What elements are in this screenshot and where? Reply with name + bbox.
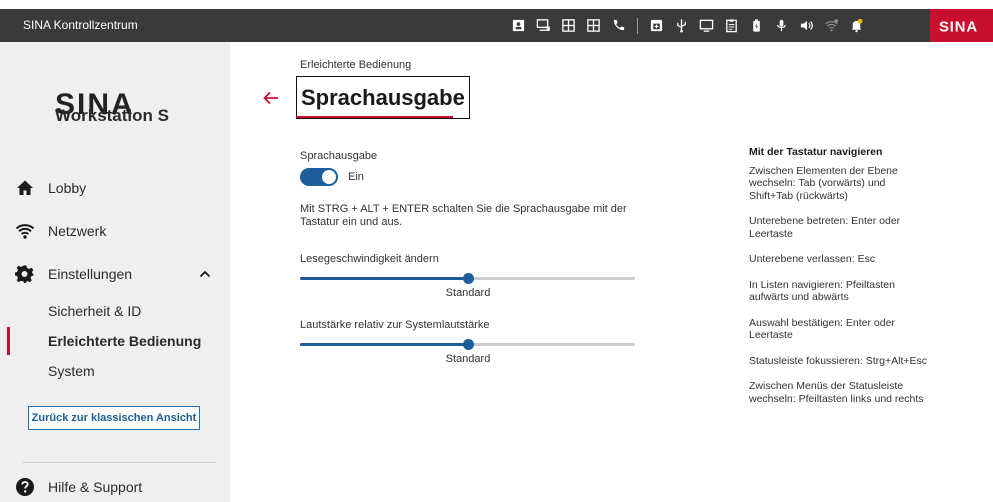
shortcut-hint: Mit STRG + ALT + ENTER schalten Sie die …	[300, 203, 627, 228]
back-arrow-icon[interactable]	[262, 89, 280, 107]
keyboard-help-item: Zwischen Menüs der Statusleiste wechseln…	[749, 380, 924, 405]
breadcrumb[interactable]: Erleichterte Bedienung	[300, 59, 411, 71]
keyboard-help-item: Unterebene betreten: Enter oder Leertast…	[749, 215, 901, 240]
wifi-icon	[15, 221, 35, 241]
sidebar-subitem-label: Erleichterte Bedienung	[48, 333, 202, 349]
slider-fill	[300, 277, 468, 280]
sina-logo-icon: SINA	[939, 19, 978, 33]
keyboard-help-item: Auswahl bestätigen: Enter oder Leertaste	[749, 316, 895, 342]
home-icon	[15, 178, 35, 198]
keyboard-help-item: In Listen navigieren: Pfeiltasten aufwär…	[749, 278, 895, 304]
volume-slider-caption: Standard	[445, 353, 491, 365]
keyboard-help-title: Mit der Tastatur navigieren	[749, 146, 883, 158]
brand-logo: SINA	[930, 9, 993, 42]
gear-icon	[15, 264, 35, 284]
sidebar-item-label: Netzwerk	[48, 223, 107, 239]
clipboard-icon[interactable]	[719, 9, 744, 42]
top-bar: SINA Kontrollzentrum SINA	[0, 0, 993, 42]
keyboard-help-item: Zwischen Elementen der Ebene wechseln: T…	[749, 164, 898, 202]
grid-add-icon[interactable]	[581, 9, 606, 42]
speaker-icon[interactable]	[794, 9, 819, 42]
volume-slider[interactable]	[300, 337, 635, 351]
sidebar-subitem-label: System	[48, 363, 95, 379]
notification-bell-icon[interactable]	[844, 9, 869, 42]
remote-desktop-icon[interactable]	[531, 9, 556, 42]
app-window-icon[interactable]	[644, 9, 669, 42]
volume-slider-label: Lautstärke relativ zur Systemlautstärke	[300, 319, 490, 331]
chevron-up-icon[interactable]	[198, 267, 212, 281]
page-title: Sprachausgabe	[296, 76, 470, 119]
sidebar-item-lobby[interactable]: Lobby	[0, 173, 230, 203]
grid-icon[interactable]	[556, 9, 581, 42]
sidebar-subitem-label: Sicherheit & ID	[48, 303, 142, 319]
sidebar-item-einstellungen[interactable]: Einstellungen	[0, 259, 230, 289]
classic-view-button[interactable]: Zurück zur klassischen Ansicht	[28, 406, 200, 430]
sprachausgabe-toggle[interactable]	[300, 168, 338, 186]
sidebar-divider	[22, 462, 216, 463]
speed-slider-caption: Standard	[445, 287, 491, 299]
toggle-state-label: Ein	[348, 171, 364, 183]
speed-slider[interactable]	[300, 271, 635, 285]
sidebar-item-label: Einstellungen	[48, 266, 133, 282]
phone-icon[interactable]	[606, 9, 631, 42]
microphone-icon[interactable]	[769, 9, 794, 42]
keyboard-help-item: Statusleiste fokussieren: Strg+Alt+Esc	[749, 354, 928, 367]
sidebar-item-label: Lobby	[48, 180, 87, 196]
slider-thumb[interactable]	[463, 273, 474, 284]
wifi-icon[interactable]	[819, 9, 844, 42]
keyboard-help-item: Unterebene verlassen: Esc	[749, 253, 876, 265]
app-title: SINA Kontrollzentrum	[23, 18, 138, 32]
id-card-icon[interactable]	[506, 9, 531, 42]
speed-slider-label: Lesegeschwindigkeit ändern	[300, 253, 439, 265]
usb-icon[interactable]	[669, 9, 694, 42]
help-circle-icon	[15, 477, 35, 497]
sidebar-item-netzwerk[interactable]: Netzwerk	[0, 216, 230, 246]
title-accent-underline	[296, 116, 453, 118]
tray-separator	[637, 17, 638, 34]
sidebar-item-label: Hilfe & Support	[48, 479, 143, 495]
keyboard-help-panel: Mit der Tastatur navigieren Zwischen Ele…	[749, 146, 929, 418]
sidebar-subitem-sicherheit[interactable]: Sicherheit & ID	[0, 297, 230, 325]
sidebar-subitem-erleichterte-bedienung[interactable]: Erleichterte Bedienung	[0, 327, 230, 355]
sidebar-item-help[interactable]: Hilfe & Support	[0, 472, 230, 502]
sidebar-subitem-system[interactable]: System	[0, 357, 230, 385]
monitor-icon[interactable]	[694, 9, 719, 42]
battery-icon[interactable]	[744, 9, 769, 42]
svg-text:SINA: SINA	[939, 19, 978, 33]
slider-fill	[300, 343, 468, 346]
sidebar: SINA Workstation S Lobby Netzwerk Einste…	[0, 42, 230, 502]
slider-thumb[interactable]	[463, 339, 474, 350]
system-tray	[506, 9, 869, 42]
toggle-label: Sprachausgabe	[300, 150, 378, 162]
product-name: Workstation S	[55, 106, 169, 125]
